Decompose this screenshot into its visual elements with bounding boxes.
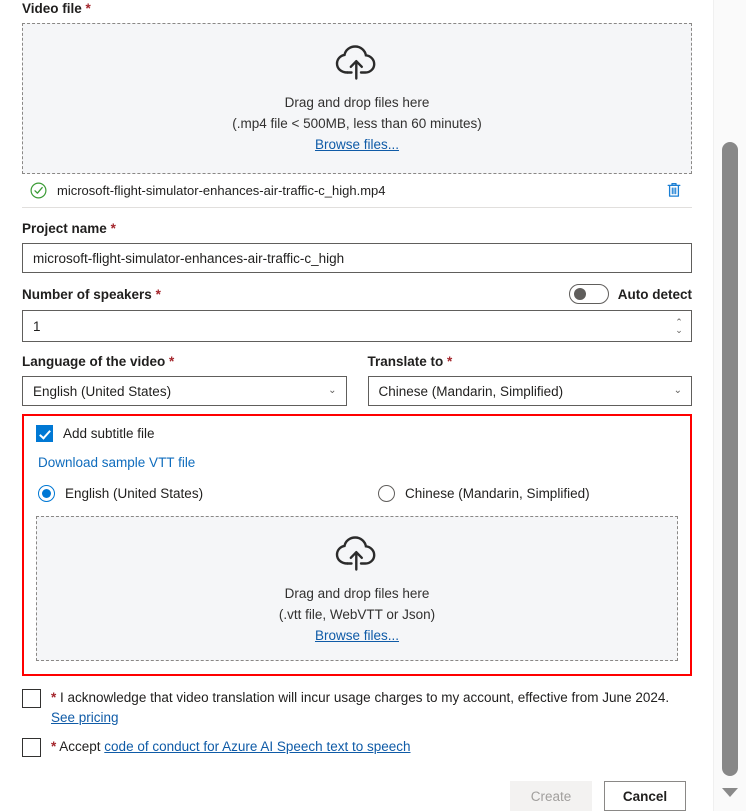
add-subtitle-checkbox-row[interactable]: Add subtitle file xyxy=(36,425,678,442)
project-name-label: Project name * xyxy=(22,220,692,237)
video-language-label-text: Language of the video xyxy=(22,354,166,369)
accept-code-of-conduct-row: * Accept code of conduct for Azure AI Sp… xyxy=(22,737,692,757)
acknowledge-charges-text: * I acknowledge that video translation w… xyxy=(51,688,669,707)
translate-to-value: Chinese (Mandarin, Simplified) xyxy=(378,383,564,399)
video-dropzone-line2: (.mp4 file < 500MB, less than 60 minutes… xyxy=(232,116,482,131)
cancel-button[interactable]: Cancel xyxy=(604,781,686,811)
chevron-down-icon[interactable]: ⌄ xyxy=(674,386,682,396)
speakers-label: Number of speakers * xyxy=(22,286,161,303)
add-subtitle-section: Add subtitle file Download sample VTT fi… xyxy=(22,414,692,676)
auto-detect-label: Auto detect xyxy=(617,286,692,302)
chevron-down-icon[interactable]: ⌄ xyxy=(328,386,336,396)
translate-to-label-text: Translate to xyxy=(367,354,444,369)
speakers-label-text: Number of speakers xyxy=(22,286,152,302)
speakers-value: 1 xyxy=(33,318,41,334)
video-language-value: English (United States) xyxy=(33,383,172,399)
subtitle-radio-english[interactable]: English (United States) xyxy=(38,485,378,502)
subtitle-dropzone-line2: (.vtt file, WebVTT or Json) xyxy=(278,607,436,622)
radio-selected-icon[interactable] xyxy=(38,485,55,502)
form-actions: Create Cancel xyxy=(22,781,692,811)
scrollbar-down-arrow-icon[interactable] xyxy=(722,788,738,797)
cloud-upload-icon xyxy=(23,44,691,80)
scrollbar-thumb[interactable] xyxy=(722,142,738,776)
required-asterisk: * xyxy=(110,221,116,236)
video-dropzone-line1: Drag and drop files here xyxy=(284,95,430,110)
auto-detect-toggle[interactable] xyxy=(568,284,609,304)
translate-to-select[interactable]: Chinese (Mandarin, Simplified) ⌄ xyxy=(367,376,692,406)
download-sample-vtt-link[interactable]: Download sample VTT file xyxy=(38,455,195,470)
video-translation-create-form: Video file * Drag and drop files here (.… xyxy=(0,0,714,811)
subtitle-browse-files-link[interactable]: Browse files... xyxy=(315,625,399,646)
subtitle-dropzone-line1: Drag and drop files here xyxy=(284,586,430,601)
video-browse-files-link[interactable]: Browse files... xyxy=(315,134,399,155)
required-asterisk: * xyxy=(169,354,175,369)
video-dropzone[interactable]: Drag and drop files here (.mp4 file < 50… xyxy=(22,23,692,174)
video-file-label: Video file * xyxy=(22,0,692,17)
trash-icon[interactable] xyxy=(666,181,688,199)
acknowledge-charges-body: I acknowledge that video translation wil… xyxy=(56,690,670,705)
accept-prefix: Accept xyxy=(56,739,105,754)
project-name-value: microsoft-flight-simulator-enhances-air-… xyxy=(33,250,345,266)
subtitle-dropzone[interactable]: Drag and drop files here (.vtt file, Web… xyxy=(36,516,678,661)
uploaded-file-name: microsoft-flight-simulator-enhances-air-… xyxy=(57,182,386,198)
video-language-label: Language of the video * xyxy=(22,353,347,370)
vertical-scrollbar[interactable] xyxy=(713,0,746,811)
circle-check-icon xyxy=(30,181,47,199)
see-pricing-link[interactable]: See pricing xyxy=(51,710,119,725)
required-asterisk: * xyxy=(155,286,161,302)
required-asterisk: * xyxy=(447,354,453,369)
required-asterisk: * xyxy=(85,1,91,16)
add-subtitle-checkbox[interactable] xyxy=(36,425,53,442)
video-language-select[interactable]: English (United States) ⌄ xyxy=(22,376,347,406)
subtitle-radio-chinese-label: Chinese (Mandarin, Simplified) xyxy=(405,486,590,501)
create-button[interactable]: Create xyxy=(510,781,592,811)
radio-unselected-icon[interactable] xyxy=(378,485,395,502)
add-subtitle-label: Add subtitle file xyxy=(63,426,155,441)
translate-to-label: Translate to * xyxy=(368,353,693,370)
number-of-speakers-input[interactable]: 1 ⌃ ⌄ xyxy=(22,310,692,342)
cloud-upload-icon xyxy=(37,535,677,571)
video-file-label-text: Video file xyxy=(22,1,82,16)
uploaded-file-row: microsoft-flight-simulator-enhances-air-… xyxy=(22,174,692,208)
acknowledge-charges-row: * I acknowledge that video translation w… xyxy=(22,688,692,708)
accept-code-of-conduct-checkbox[interactable] xyxy=(22,738,41,757)
chevron-down-icon[interactable]: ⌄ xyxy=(675,326,683,335)
speakers-stepper[interactable]: ⌃ ⌄ xyxy=(666,311,691,341)
toggle-knob xyxy=(573,288,586,300)
accept-code-of-conduct-text: * Accept code of conduct for Azure AI Sp… xyxy=(51,737,411,756)
project-name-label-text: Project name xyxy=(22,221,107,236)
project-name-input[interactable]: microsoft-flight-simulator-enhances-air-… xyxy=(22,243,692,273)
code-of-conduct-link[interactable]: code of conduct for Azure AI Speech text… xyxy=(104,739,410,754)
subtitle-radio-chinese[interactable]: Chinese (Mandarin, Simplified) xyxy=(378,485,590,502)
subtitle-radio-english-label: English (United States) xyxy=(65,486,204,501)
acknowledge-charges-checkbox[interactable] xyxy=(22,689,41,708)
